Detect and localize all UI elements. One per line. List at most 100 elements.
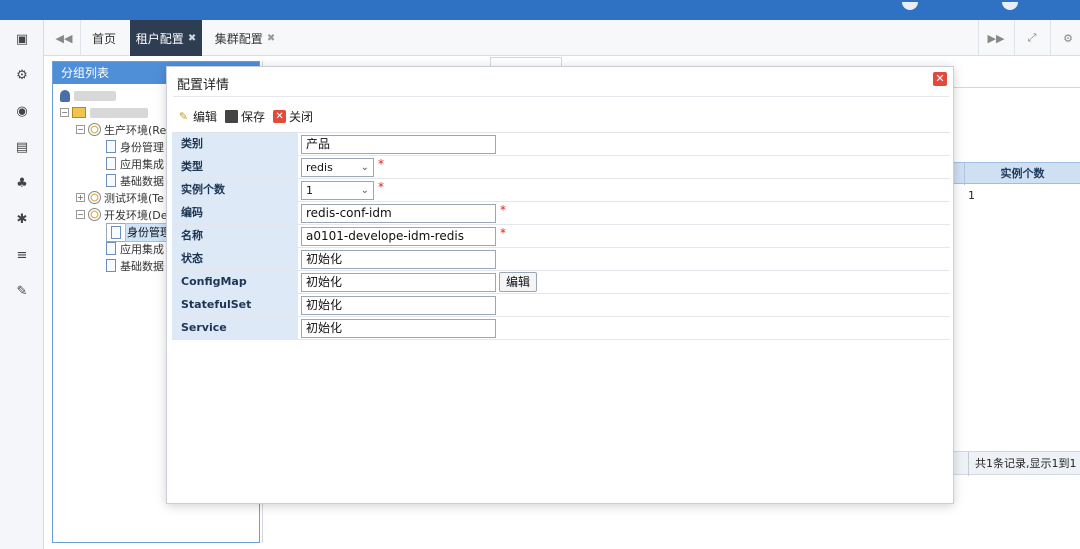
close-icon: ✕: [273, 109, 287, 123]
code-label: 编码: [172, 202, 298, 224]
grid-cell-instances[interactable]: 1: [968, 189, 975, 202]
grid-pager: 共1条记录,显示1到1: [954, 451, 1080, 476]
form-row-instances: 实例个数 1 ⌄ *: [172, 179, 950, 202]
user-icon: [60, 89, 70, 102]
tree-item-test-env[interactable]: + 测试环境(Te: [76, 189, 164, 206]
config-detail-dialog: 配置详情 ✕ ✎ 编辑 保存 ✕ 关闭 类别 产品 类型 redis ⌄ * 实…: [166, 66, 954, 504]
sitemap-icon[interactable]: ♣: [13, 174, 31, 192]
status-label: 状态: [172, 248, 298, 270]
instances-label: 实例个数: [172, 179, 298, 201]
fullscreen-icon[interactable]: ⤢: [1024, 30, 1040, 46]
document-icon: [106, 259, 116, 272]
close-icon[interactable]: ✕: [933, 72, 947, 86]
tree-item-app-integration[interactable]: 应用集成: [106, 240, 164, 257]
env-gear-icon: [88, 191, 101, 204]
expand-icon[interactable]: +: [76, 193, 85, 202]
top-bar: [0, 0, 1080, 20]
redacted-text: [74, 90, 116, 101]
gear-icon[interactable]: ✱: [13, 210, 31, 228]
env-gear-icon: [88, 208, 101, 221]
document-icon: [111, 226, 121, 239]
cogs-icon[interactable]: ⚙: [13, 66, 31, 84]
folder-icon: [72, 107, 86, 118]
tree-item-base-data[interactable]: 基础数据: [106, 172, 164, 189]
type-select[interactable]: redis ⌄: [301, 158, 374, 177]
form-row-code: 编码 redis-conf-idm *: [172, 202, 950, 225]
form-row-type: 类型 redis ⌄ *: [172, 156, 950, 179]
collapse-icon[interactable]: −: [76, 125, 85, 134]
configmap-label: ConfigMap: [172, 271, 298, 293]
required-marker: *: [500, 226, 506, 240]
form-row-category: 类别 产品: [172, 133, 950, 156]
required-marker: *: [500, 203, 506, 217]
scroll-left-icon[interactable]: ◀◀: [56, 30, 73, 46]
document-icon: [106, 174, 116, 187]
tab-close-icon[interactable]: ✖: [267, 33, 275, 44]
tab-tenant-config[interactable]: 租户配置 ✖: [130, 20, 202, 56]
settings-avatar-icon[interactable]: [1002, 2, 1018, 10]
service-field[interactable]: 初始化: [301, 319, 496, 338]
save-button[interactable]: 保存: [225, 108, 265, 125]
wrench-icon[interactable]: ✎: [13, 282, 31, 300]
close-button[interactable]: ✕ 关闭: [273, 108, 313, 125]
form-row-service: Service 初始化: [172, 317, 950, 340]
env-gear-icon: [88, 123, 101, 136]
statefulset-label: StatefulSet: [172, 294, 298, 316]
floppy-disk-icon: [225, 109, 239, 123]
server-icon[interactable]: ▤: [13, 138, 31, 156]
user-avatar-icon[interactable]: [902, 2, 918, 10]
left-nav-rail: ▣ ⚙ ◉ ▤ ♣ ✱ ≡ ✎: [0, 20, 44, 549]
tree-item-app-integration[interactable]: 应用集成: [106, 155, 164, 172]
category-label: 类别: [172, 133, 298, 155]
tab-home[interactable]: 首页: [81, 20, 127, 56]
eye-icon[interactable]: ◉: [13, 102, 31, 120]
tree-root-user: [60, 87, 116, 104]
type-label: 类型: [172, 156, 298, 178]
gear-icon[interactable]: ⚙: [1060, 30, 1076, 46]
scroll-right-icon[interactable]: ▶▶: [988, 30, 1005, 46]
required-marker: *: [378, 180, 384, 194]
statefulset-field[interactable]: 初始化: [301, 296, 496, 315]
status-field[interactable]: 初始化: [301, 250, 496, 269]
tab-close-icon[interactable]: ✖: [188, 33, 196, 44]
collapse-icon[interactable]: −: [60, 108, 69, 117]
tab-cluster-config[interactable]: 集群配置 ✖: [210, 20, 280, 56]
service-label: Service: [172, 317, 298, 339]
tree-item-dev-env[interactable]: − 开发环境(De: [76, 206, 168, 223]
form-row-name: 名称 a0101-develope-idm-redis *: [172, 225, 950, 248]
grid-column-instances[interactable]: 实例个数: [964, 163, 1080, 185]
content-header-band: [954, 87, 1080, 117]
edit-button[interactable]: ✎ 编辑: [177, 108, 217, 125]
tree-item-base-data[interactable]: 基础数据: [106, 257, 164, 274]
configmap-edit-button[interactable]: 编辑: [499, 272, 538, 292]
code-field[interactable]: redis-conf-idm: [301, 204, 496, 223]
dialog-title: 配置详情: [177, 78, 230, 93]
collapse-icon[interactable]: −: [76, 210, 85, 219]
required-marker: *: [378, 157, 384, 171]
chevron-down-icon: ⌄: [360, 162, 369, 173]
tree-item-prod-env[interactable]: − 生产环境(Re: [76, 121, 166, 138]
tab-bar: ◀◀ 首页 租户配置 ✖ 集群配置 ✖ ▶▶ ⤢ ⚙: [44, 20, 1080, 56]
document-icon: [106, 157, 116, 170]
form-row-configmap: ConfigMap 初始化 编辑: [172, 271, 950, 294]
name-label: 名称: [172, 225, 298, 247]
form-row-statefulset: StatefulSet 初始化: [172, 294, 950, 317]
list-icon[interactable]: ≡: [13, 246, 31, 264]
pager-summary: 共1条记录,显示1到1: [968, 452, 1080, 476]
name-field[interactable]: a0101-develope-idm-redis: [301, 227, 496, 246]
configmap-field[interactable]: 初始化: [301, 273, 496, 292]
grid-header: 实例个数: [954, 162, 1080, 185]
redacted-text: [90, 107, 148, 118]
chevron-down-icon: ⌄: [360, 185, 369, 196]
tree-item-identity[interactable]: 身份管理: [106, 138, 164, 155]
config-form: 类别 产品 类型 redis ⌄ * 实例个数 1 ⌄ * 编码 redis-c…: [172, 132, 950, 340]
document-icon: [106, 242, 116, 255]
form-row-status: 状态 初始化: [172, 248, 950, 271]
divider: [173, 96, 949, 97]
category-field[interactable]: 产品: [301, 135, 496, 154]
dialog-toolbar: ✎ 编辑 保存 ✕ 关闭: [177, 107, 321, 125]
pencil-icon: ✎: [178, 109, 189, 123]
instances-select[interactable]: 1 ⌄: [301, 181, 374, 200]
tree-root-org[interactable]: −: [60, 104, 148, 121]
contact-card-icon[interactable]: ▣: [13, 30, 31, 48]
